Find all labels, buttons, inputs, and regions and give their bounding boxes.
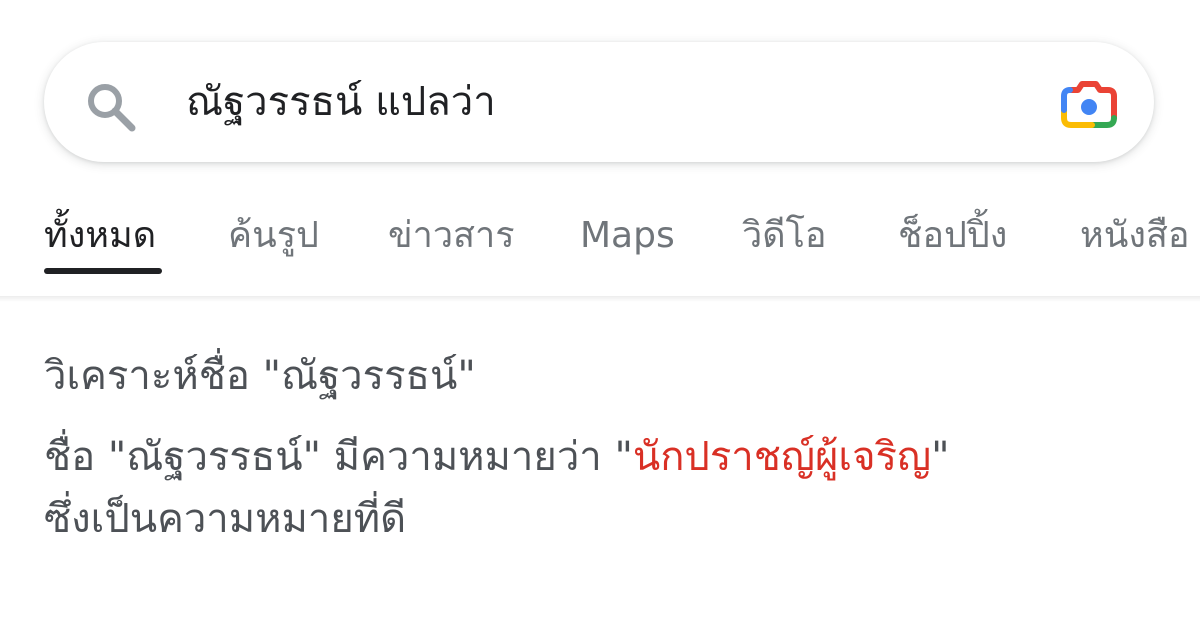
- tab-all[interactable]: ทั้งหมด: [44, 212, 156, 260]
- tab-news[interactable]: ข่าวสาร: [388, 212, 515, 260]
- search-input[interactable]: ณัฐวรรธน์ แปลว่า: [186, 76, 496, 128]
- tab-images[interactable]: ค้นรูป: [228, 212, 319, 260]
- featured-snippet: วิเคราะห์ชื่อ "ณัฐวรรธน์" ชื่อ "ณัฐวรรธน…: [44, 346, 1164, 550]
- divider: [0, 296, 1200, 302]
- result-line-1: ชื่อ "ณัฐวรรธน์" มีความหมายว่า "นักปราชญ…: [44, 426, 1164, 488]
- active-tab-indicator: [44, 268, 162, 274]
- search-icon[interactable]: [84, 80, 138, 134]
- search-bar[interactable]: ณัฐวรรธน์ แปลว่า: [44, 42, 1154, 162]
- tab-books[interactable]: หนังสือ: [1080, 212, 1190, 260]
- result-highlight: นักปราชญ์ผู้เจริญ: [632, 434, 932, 480]
- tab-videos[interactable]: วิดีโอ: [742, 212, 827, 260]
- search-tabs: ทั้งหมด ค้นรูป ข่าวสาร Maps วิดีโอ ช็อปป…: [0, 200, 1200, 276]
- tab-maps[interactable]: Maps: [580, 212, 675, 260]
- result-text-suffix: ": [931, 434, 950, 480]
- result-description: ชื่อ "ณัฐวรรธน์" มีความหมายว่า "นักปราชญ…: [44, 426, 1164, 550]
- result-text-prefix: ชื่อ "ณัฐวรรธน์" มีความหมายว่า ": [44, 434, 633, 480]
- result-title: วิเคราะห์ชื่อ "ณัฐวรรธน์": [44, 353, 476, 399]
- tab-shopping[interactable]: ช็อปปิ้ง: [898, 212, 1007, 260]
- google-lens-camera-icon[interactable]: [1060, 78, 1118, 130]
- result-line-2: ซึ่งเป็นความหมายที่ดี: [44, 496, 407, 542]
